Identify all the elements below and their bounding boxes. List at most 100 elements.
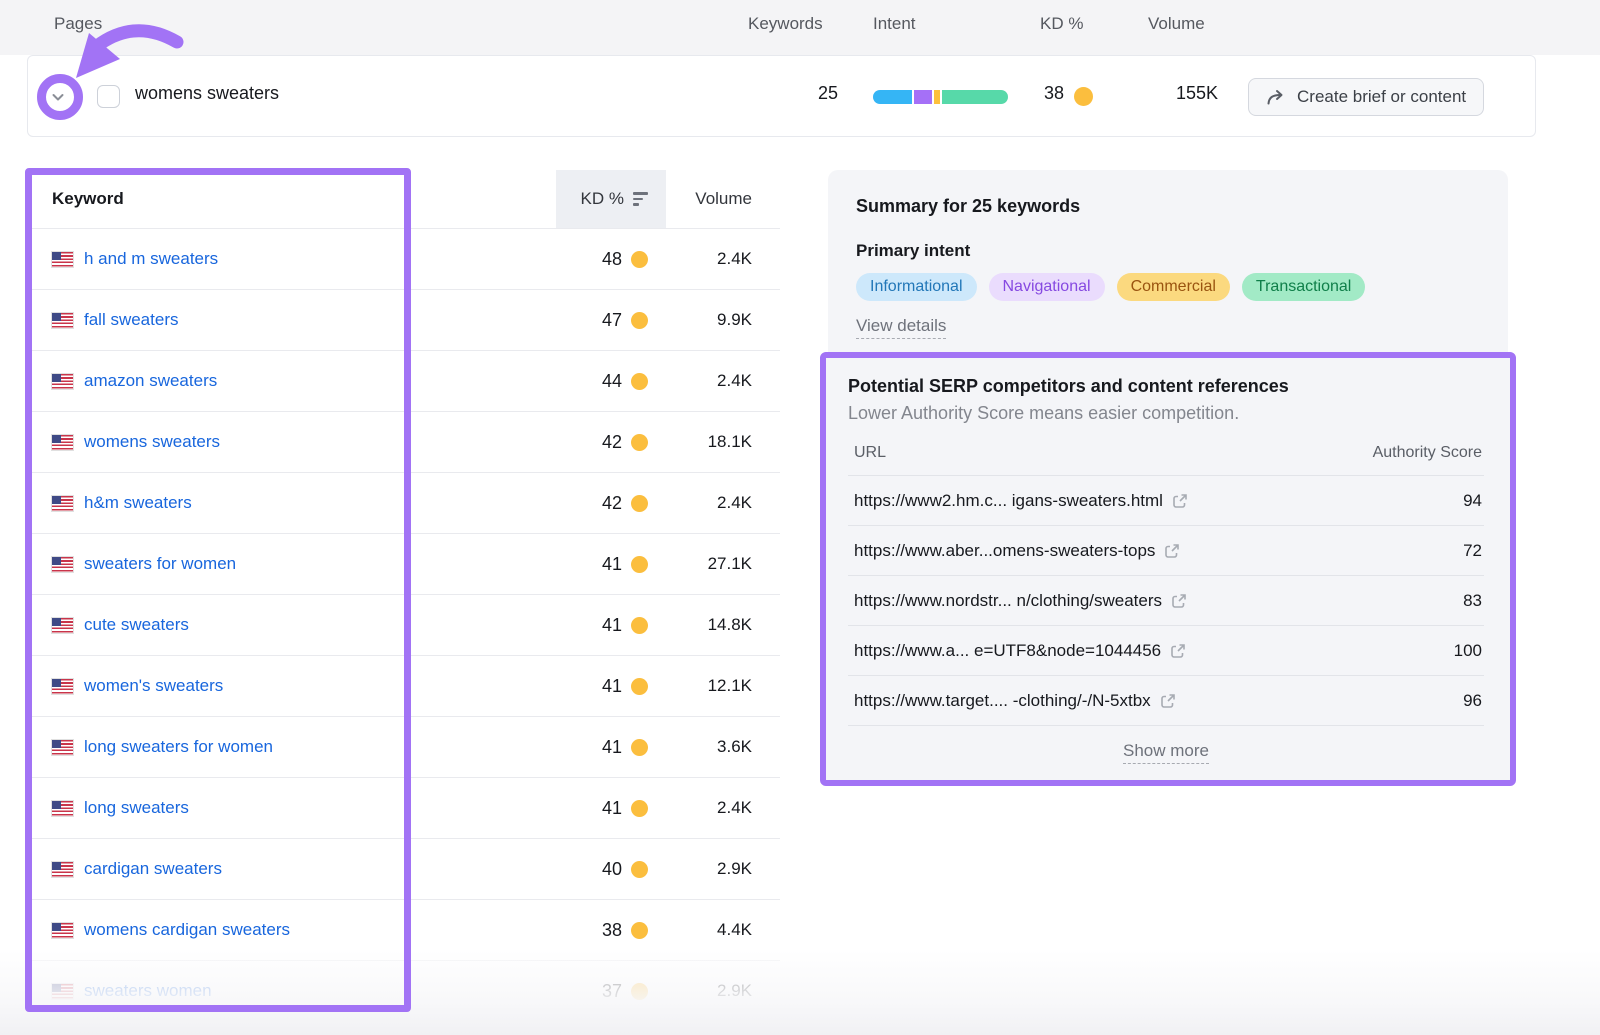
volume-cell: 18.1K bbox=[666, 432, 780, 452]
kd-difficulty-dot-icon bbox=[631, 434, 648, 451]
serp-result-row: https://www.a... e=UTF8&node=1044456 100 bbox=[848, 626, 1484, 676]
keyword-link[interactable]: womens cardigan sweaters bbox=[84, 920, 290, 940]
show-more-link[interactable]: Show more bbox=[1123, 741, 1209, 764]
kd-value: 38 bbox=[1024, 83, 1064, 104]
keyword-link[interactable]: fall sweaters bbox=[84, 310, 178, 330]
keyword-link[interactable]: amazon sweaters bbox=[84, 371, 217, 391]
url-column-header: URL bbox=[854, 444, 886, 462]
keyword-link[interactable]: womens sweaters bbox=[84, 432, 220, 452]
result-url: https://www.target.... -clothing/-/N-5xt… bbox=[854, 691, 1151, 711]
keyword-table-row: women's sweaters 41 12.1K bbox=[27, 655, 780, 716]
external-link-icon[interactable] bbox=[1160, 693, 1176, 709]
sort-descending-icon bbox=[633, 192, 648, 206]
us-flag-icon bbox=[52, 862, 73, 877]
keyword-table-row: cute sweaters 41 14.8K bbox=[27, 594, 780, 655]
kd-cell: 38 bbox=[556, 920, 666, 941]
external-link-icon[interactable] bbox=[1171, 593, 1187, 609]
keyword-link[interactable]: long sweaters for women bbox=[84, 737, 273, 757]
keyword-table: Keyword KD % Volume h and m sweaters 48 … bbox=[27, 170, 780, 1021]
volume-cell: 3.6K bbox=[666, 737, 780, 757]
informational-intent-segment bbox=[873, 90, 912, 104]
keyword-link[interactable]: h and m sweaters bbox=[84, 249, 218, 269]
authority-score-value: 72 bbox=[1463, 541, 1482, 561]
create-brief-button[interactable]: Create brief or content bbox=[1248, 78, 1484, 116]
keyword-link[interactable]: long sweaters bbox=[84, 798, 189, 818]
kd-value: 41 bbox=[602, 676, 622, 697]
primary-intent-label: Primary intent bbox=[856, 241, 1480, 261]
result-url: https://www2.hm.c... igans-sweaters.html bbox=[854, 491, 1163, 511]
keyword-link[interactable]: cardigan sweaters bbox=[84, 859, 222, 879]
volume-cell: 2.4K bbox=[666, 493, 780, 513]
keyword-cell: womens cardigan sweaters bbox=[27, 920, 556, 940]
kd-value: 41 bbox=[602, 615, 622, 636]
result-url: https://www.aber...omens-sweaters-tops bbox=[854, 541, 1155, 561]
kd-cell: 41 bbox=[556, 737, 666, 758]
us-flag-icon bbox=[52, 923, 73, 938]
keyword-table-row: sweaters for women 41 27.1K bbox=[27, 533, 780, 594]
volume-cell: 2.4K bbox=[666, 371, 780, 391]
keyword-link[interactable]: sweaters for women bbox=[84, 554, 236, 574]
page-title: womens sweaters bbox=[135, 83, 279, 104]
view-details-link[interactable]: View details bbox=[856, 316, 946, 339]
kd-difficulty-dot-icon bbox=[631, 861, 648, 878]
kd-difficulty-dot-icon bbox=[631, 312, 648, 329]
kd-value: 42 bbox=[602, 432, 622, 453]
keyword-table-body: h and m sweaters 48 2.4K fall sweaters 4… bbox=[27, 228, 780, 1021]
expand-row-button[interactable] bbox=[39, 78, 76, 115]
kd-value: 40 bbox=[602, 859, 622, 880]
column-label-keywords: Keywords bbox=[748, 14, 823, 34]
us-flag-icon bbox=[52, 435, 73, 450]
navigational-intent-segment bbox=[914, 90, 932, 104]
kd-cell: 47 bbox=[556, 310, 666, 331]
chevron-down-icon bbox=[50, 89, 66, 105]
volume-cell: 2.4K bbox=[666, 249, 780, 269]
volume-cell: 12.1K bbox=[666, 676, 780, 696]
summary-title: Summary for 25 keywords bbox=[856, 196, 1480, 217]
authority-score-value: 100 bbox=[1454, 641, 1482, 661]
page-row-card: womens sweaters 25 38 155K Create brief … bbox=[27, 55, 1536, 137]
us-flag-icon bbox=[52, 740, 73, 755]
volume-cell: 2.4K bbox=[666, 798, 780, 818]
pages-column-label: Pages bbox=[54, 14, 102, 34]
kd-column-header-sort[interactable]: KD % bbox=[556, 170, 666, 228]
us-flag-icon bbox=[52, 374, 73, 389]
intent-bar bbox=[873, 90, 1008, 104]
external-link-icon[interactable] bbox=[1164, 543, 1180, 559]
keyword-link[interactable]: women's sweaters bbox=[84, 676, 223, 696]
summary-panel: Summary for 25 keywords Primary intent I… bbox=[828, 170, 1508, 352]
keyword-link[interactable]: cute sweaters bbox=[84, 615, 189, 635]
keyword-table-row: womens cardigan sweaters 38 4.4K bbox=[27, 899, 780, 960]
keyword-cell: sweaters for women bbox=[27, 554, 556, 574]
external-link-icon[interactable] bbox=[1170, 643, 1186, 659]
intent-badge-transactional: Transactional bbox=[1242, 273, 1365, 301]
kd-value: 44 bbox=[602, 371, 622, 392]
serp-result-row: https://www.aber...omens-sweaters-tops 7… bbox=[848, 526, 1484, 576]
us-flag-icon bbox=[52, 557, 73, 572]
keywords-count: 25 bbox=[786, 83, 838, 104]
volume-column-header: Volume bbox=[666, 189, 780, 209]
keyword-cell: sweaters women bbox=[27, 981, 556, 1001]
kd-cell: 41 bbox=[556, 615, 666, 636]
us-flag-icon bbox=[52, 984, 73, 999]
row-checkbox[interactable] bbox=[97, 85, 120, 108]
keyword-link[interactable]: sweaters women bbox=[84, 981, 212, 1001]
keyword-table-row: long sweaters 41 2.4K bbox=[27, 777, 780, 838]
intent-badges: InformationalNavigationalCommercialTrans… bbox=[856, 273, 1480, 301]
keyword-link[interactable]: h&m sweaters bbox=[84, 493, 192, 513]
kd-cell: 42 bbox=[556, 432, 666, 453]
keyword-table-row: h and m sweaters 48 2.4K bbox=[27, 228, 780, 289]
keyword-column-header: Keyword bbox=[27, 189, 556, 209]
kd-cell: 48 bbox=[556, 249, 666, 270]
forward-arrow-icon bbox=[1266, 88, 1286, 106]
column-label-volume: Volume bbox=[1148, 14, 1205, 34]
external-link-icon[interactable] bbox=[1172, 493, 1188, 509]
result-url: https://www.a... e=UTF8&node=1044456 bbox=[854, 641, 1161, 661]
keyword-cell: amazon sweaters bbox=[27, 371, 556, 391]
kd-cell: 37 bbox=[556, 981, 666, 1002]
serp-table-body: https://www2.hm.c... igans-sweaters.html… bbox=[848, 476, 1484, 726]
kd-difficulty-dot-icon bbox=[631, 739, 648, 756]
kd-value: 38 bbox=[602, 920, 622, 941]
keyword-table-row: fall sweaters 47 9.9K bbox=[27, 289, 780, 350]
kd-difficulty-dot-icon bbox=[631, 617, 648, 634]
kd-value: 41 bbox=[602, 737, 622, 758]
